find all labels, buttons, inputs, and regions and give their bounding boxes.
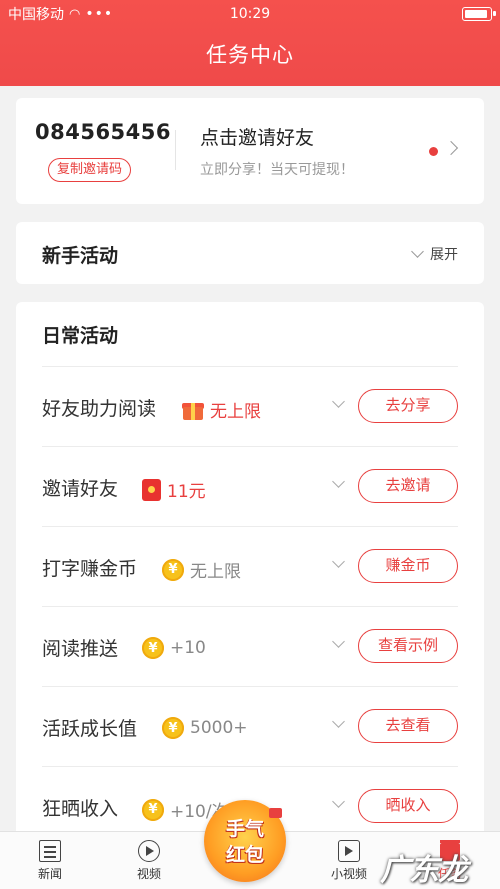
status-bar: 中国移动 ◠ ••• 10:29 (0, 0, 500, 28)
share-income-button[interactable]: 晒收入 (358, 789, 458, 823)
nav-item-video[interactable]: 视频 (119, 840, 179, 882)
task-name: 阅读推送 (42, 638, 119, 660)
page-title: 任务中心 (206, 43, 294, 67)
coin-icon: ¥ (142, 637, 164, 659)
task-name: 打字赚金币 (42, 558, 138, 580)
notification-dot (429, 147, 438, 156)
newbie-title: 新手活动 (42, 245, 119, 267)
invite-subtitle: 立即分享！当天可提现！ (200, 162, 354, 178)
task-row[interactable]: 活跃成长值 ¥ 5000+ 去查看 (42, 686, 458, 766)
coin-icon: ¥ (162, 558, 184, 581)
chevron-down-icon[interactable] (332, 635, 345, 648)
chevron-right-icon[interactable] (443, 140, 459, 156)
task-reward: ¥ 无上限 (162, 557, 241, 582)
divider (175, 130, 176, 170)
task-name: 邀请好友 (42, 478, 119, 500)
share-button[interactable]: 去分享 (358, 389, 458, 423)
view-example-button[interactable]: 查看示例 (358, 629, 458, 663)
chevron-down-icon[interactable] (332, 395, 345, 408)
task-row[interactable]: 打字赚金币 ¥ 无上限 赚金币 (42, 526, 458, 606)
chevron-down-icon[interactable] (332, 475, 345, 488)
battery-icon (462, 7, 496, 21)
newbie-activity-card: 新手活动 展开 (16, 222, 484, 284)
chevron-down-icon[interactable] (332, 795, 345, 808)
top-bar: 中国移动 ◠ ••• 10:29 任务中心 (0, 0, 500, 86)
task-row[interactable]: 阅读推送 ¥ +10 查看示例 (42, 606, 458, 686)
task-reward: ¥ +10 (142, 637, 206, 659)
invite-button[interactable]: 去邀请 (358, 469, 458, 503)
reward-text: 11元 (167, 482, 206, 502)
daily-title: 日常活动 (42, 325, 119, 347)
coin-icon: ¥ (162, 717, 184, 739)
short-video-icon (338, 840, 360, 862)
reward-text: +10 (170, 638, 206, 658)
task-name: 狂晒收入 (42, 798, 119, 820)
invite-card[interactable]: 084565456 复制邀请码 点击邀请好友 立即分享！当天可提现！ (16, 98, 484, 204)
invite-title[interactable]: 点击邀请好友 (200, 123, 314, 150)
expand-button[interactable]: 展开 (411, 244, 458, 264)
chevron-down-icon[interactable] (332, 715, 345, 728)
play-icon (138, 840, 160, 862)
invite-code: 084565456 (35, 120, 172, 144)
red-envelope-icon (269, 808, 282, 818)
reward-text: 无上限 (190, 562, 241, 582)
nav-label: 小视频 (330, 867, 367, 881)
chevron-down-icon (411, 245, 424, 258)
task-row[interactable]: 邀请好友 11元 去邀请 (42, 446, 458, 526)
nav-item-short-video[interactable]: 小视频 (319, 840, 379, 882)
news-icon (39, 840, 61, 862)
gift-icon (182, 400, 204, 420)
nav-label: 视频 (136, 867, 161, 881)
task-reward: 11元 (142, 477, 206, 502)
carrier-label: 中国移动 (8, 7, 64, 23)
coin-icon: ¥ (142, 798, 164, 821)
wifi-icon: ◠ (69, 6, 81, 22)
copy-invite-code-button[interactable]: 复制邀请码 (48, 158, 132, 182)
task-reward: ¥ 5000+ (162, 717, 248, 739)
view-button[interactable]: 去查看 (358, 709, 458, 743)
lucky-line2: 红包 (225, 844, 264, 866)
task-row[interactable]: 好友助力阅读 无上限 去分享 (42, 366, 458, 446)
daily-activity-card: 日常活动 好友助力阅读 无上限 去分享 邀请好友 11元 去邀请 打字赚金币 ¥… (16, 302, 484, 862)
lucky-line1: 手气 (225, 818, 264, 840)
reward-text: 无上限 (210, 402, 261, 422)
chevron-down-icon[interactable] (332, 555, 345, 568)
task-reward: 无上限 (182, 397, 261, 422)
watermark: 广东龙网 (380, 853, 468, 888)
nav-label: 新闻 (37, 867, 62, 881)
reward-text: 5000+ (190, 718, 248, 738)
red-envelope-icon (142, 478, 161, 501)
expand-label: 展开 (430, 247, 458, 263)
status-dots: ••• (85, 6, 114, 22)
task-name: 好友助力阅读 (42, 398, 157, 420)
nav-item-news[interactable]: 新闻 (20, 840, 80, 882)
lucky-red-packet-button[interactable]: 手气 红包 (204, 800, 286, 882)
earn-coins-button[interactable]: 赚金币 (358, 549, 458, 583)
task-name: 活跃成长值 (42, 718, 138, 740)
